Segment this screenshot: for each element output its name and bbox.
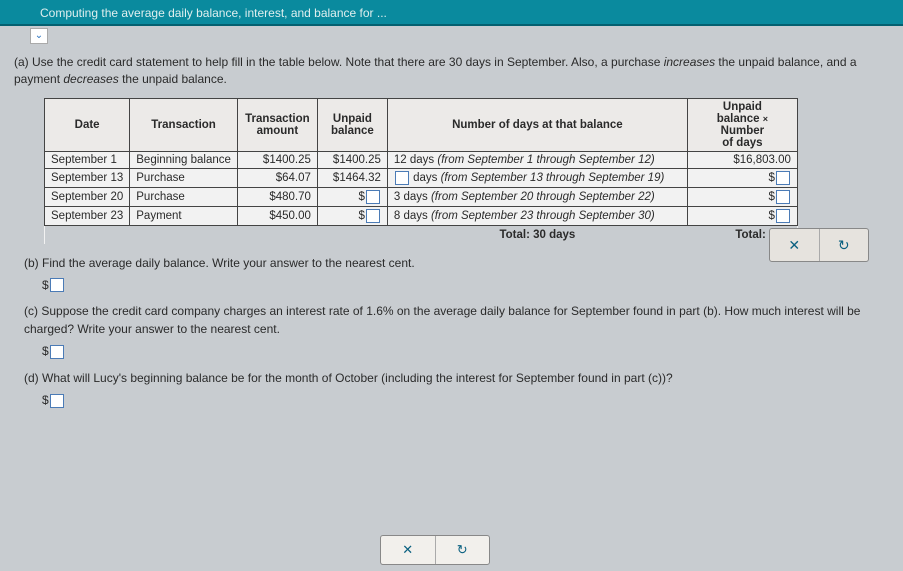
days-text: 3 days (394, 191, 431, 203)
th-date: Date (45, 98, 130, 151)
cell-days: 8 days (from September 23 through Septem… (387, 206, 687, 225)
page-title: Computing the average daily balance, int… (40, 6, 387, 20)
cell-unpaid: $ (317, 206, 387, 225)
part-d-text: What will Lucy's beginning balance be fo… (42, 371, 673, 385)
th-unpaid: Unpaid balance (317, 98, 387, 151)
part-c-text: Suppose the credit card company charges … (24, 304, 860, 336)
close-icon: ✕ (402, 542, 413, 557)
cell-amount: $480.70 (237, 187, 317, 206)
days-input[interactable] (395, 171, 409, 185)
cell-days: 12 days (from September 1 through Septem… (387, 151, 687, 168)
part-b-label: (b) (24, 256, 39, 270)
part-a-text1: Use the credit card statement to help fi… (32, 55, 664, 69)
part-c-input[interactable] (50, 345, 64, 359)
part-b-answer: $ (42, 278, 889, 293)
days-text: days (410, 172, 441, 184)
cell-amount: $1400.25 (237, 151, 317, 168)
part-b-input[interactable] (50, 278, 64, 292)
unpaid-input[interactable] (366, 190, 380, 204)
cell-transaction: Payment (130, 206, 238, 225)
days-text: 12 days (394, 154, 437, 166)
th-amount: Transaction amount (237, 98, 317, 151)
bottom-close-button[interactable]: ✕ (381, 536, 436, 564)
expand-toggle[interactable]: ⌄ (30, 28, 48, 44)
chevron-down-icon: ⌄ (35, 30, 43, 41)
cell-days: days (from September 13 through Septembe… (387, 168, 687, 187)
page-title-bar: Computing the average daily balance, int… (0, 0, 903, 26)
part-a-instruction: (a) Use the credit card statement to hel… (14, 54, 889, 88)
part-a-em2: decreases (63, 72, 118, 86)
main-content: (a) Use the credit card statement to hel… (0, 26, 903, 426)
cell-unpaid: $1400.25 (317, 151, 387, 168)
part-c-answer: $ (42, 344, 889, 359)
table-row: September 1Beginning balance$1400.25$140… (45, 151, 798, 168)
part-b: (b) Find the average daily balance. Writ… (24, 254, 889, 272)
cell-date: September 23 (45, 206, 130, 225)
total-days-label: Total: (499, 229, 529, 241)
dollar-sign: $ (42, 344, 49, 358)
part-d-label: (d) (24, 371, 39, 385)
cell-days: 3 days (from September 20 through Septem… (387, 187, 687, 206)
cell-product: $ (687, 187, 797, 206)
cell-product: $16,803.00 (687, 151, 797, 168)
cell-date: September 1 (45, 151, 130, 168)
reset-icon: ↻ (457, 542, 468, 557)
total-prod-label: Total: (735, 229, 765, 241)
bottom-control-panel: ✕ ↻ (380, 535, 490, 565)
cell-transaction: Purchase (130, 168, 238, 187)
part-d: (d) What will Lucy's beginning balance b… (24, 369, 889, 387)
days-range: (from September 23 through September 30) (431, 210, 655, 222)
table-row: September 23Payment$450.00$8 days (from … (45, 206, 798, 225)
part-d-answer: $ (42, 393, 889, 408)
th-transaction: Transaction (130, 98, 238, 151)
days-text: 8 days (394, 210, 431, 222)
part-d-input[interactable] (50, 394, 64, 408)
part-a-em1: increases (664, 55, 715, 69)
cell-date: September 13 (45, 168, 130, 187)
part-c-label: (c) (24, 304, 38, 318)
bottom-reset-button[interactable]: ↻ (436, 536, 490, 564)
cell-product: $ (687, 206, 797, 225)
table-row: September 20Purchase$480.70$3 days (from… (45, 187, 798, 206)
close-button[interactable]: ✕ (770, 229, 820, 261)
unpaid-input[interactable] (366, 209, 380, 223)
days-range: (from September 20 through September 22) (431, 191, 655, 203)
table-row: September 13Purchase$64.07$1464.32 days … (45, 168, 798, 187)
reset-icon: ↻ (838, 237, 850, 253)
total-days-value: 30 days (533, 229, 575, 241)
product-input[interactable] (776, 171, 790, 185)
balance-table: Date Transaction Transaction amount Unpa… (44, 98, 798, 244)
cell-product: $ (687, 168, 797, 187)
part-a-label: (a) (14, 55, 29, 69)
days-range: (from September 13 through September 19) (441, 172, 665, 184)
part-c: (c) Suppose the credit card company char… (24, 302, 889, 338)
part-a-text3: the unpaid balance. (119, 72, 227, 86)
cell-transaction: Purchase (130, 187, 238, 206)
days-range: (from September 1 through September 12) (437, 154, 654, 166)
reset-button[interactable]: ↻ (820, 229, 869, 261)
cell-date: September 20 (45, 187, 130, 206)
product-input[interactable] (776, 190, 790, 204)
cell-unpaid: $1464.32 (317, 168, 387, 187)
close-icon: ✕ (788, 237, 800, 253)
cell-amount: $450.00 (237, 206, 317, 225)
side-control-panel: ✕ ↻ (769, 228, 869, 262)
cell-unpaid: $ (317, 187, 387, 206)
product-input[interactable] (776, 209, 790, 223)
cell-transaction: Beginning balance (130, 151, 238, 168)
th-days: Number of days at that balance (387, 98, 687, 151)
part-b-text: Find the average daily balance. Write yo… (42, 256, 415, 270)
totals-row: Total: 30 days Total: $ (45, 225, 798, 244)
dollar-sign: $ (42, 393, 49, 407)
th-product: Unpaidbalance × Numberof days (687, 98, 797, 151)
dollar-sign: $ (42, 278, 49, 292)
cell-amount: $64.07 (237, 168, 317, 187)
